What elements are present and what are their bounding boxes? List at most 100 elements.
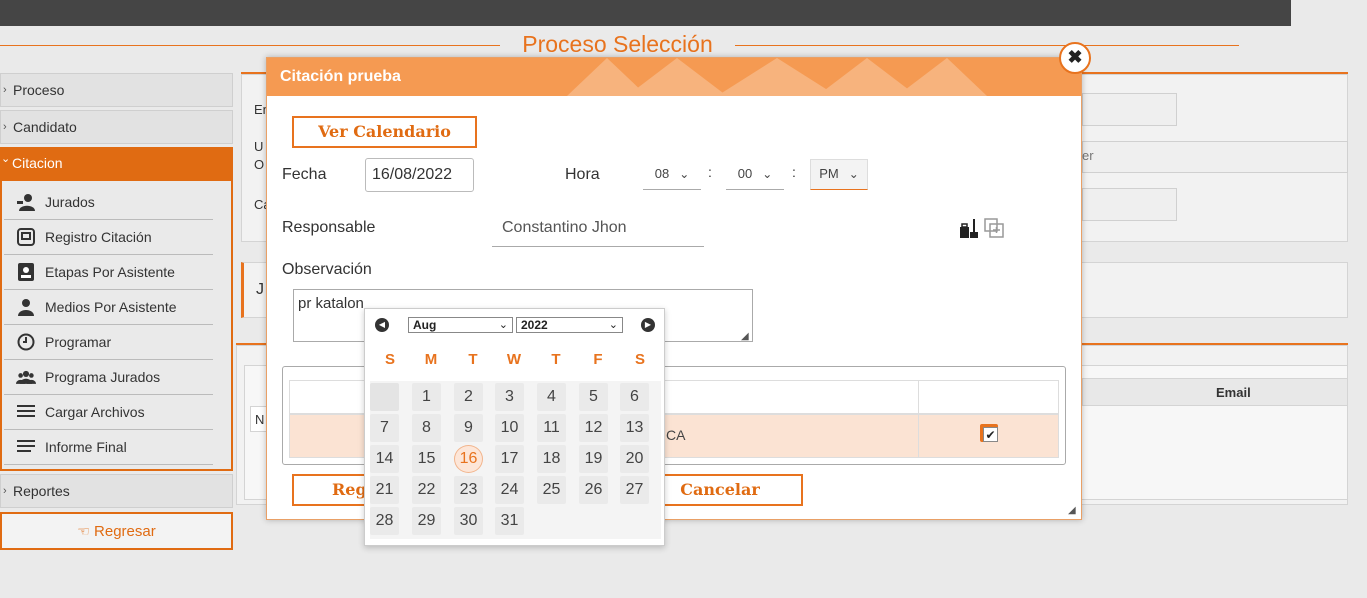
day-cell-selected[interactable]: 16 bbox=[454, 445, 483, 473]
submenu-item-programa-jurados[interactable]: Programa Jurados bbox=[4, 360, 213, 395]
cancelar-button[interactable]: Cancelar bbox=[641, 474, 803, 506]
day-cell[interactable]: 19 bbox=[579, 445, 608, 473]
submenu-item-jurados[interactable]: Jurados bbox=[4, 185, 213, 220]
day-cell[interactable]: 25 bbox=[537, 476, 566, 504]
submenu-item-registro-citacion[interactable]: Registro Citación bbox=[4, 220, 213, 255]
row-fragment-ca: CA bbox=[666, 427, 686, 443]
submenu-item-medios-por-asistente[interactable]: Medios Por Asistente bbox=[4, 290, 213, 325]
day-cell[interactable]: 17 bbox=[495, 445, 524, 473]
day-cell[interactable]: 10 bbox=[495, 414, 524, 442]
day-cell[interactable]: 2 bbox=[454, 383, 483, 411]
prev-month-button[interactable]: ◀ bbox=[375, 318, 389, 332]
regresar-label: Regresar bbox=[94, 523, 156, 540]
cancelar-label: Cancelar bbox=[680, 480, 760, 499]
ampm-value: PM bbox=[819, 166, 839, 181]
submenu-label: Medios Por Asistente bbox=[45, 299, 177, 315]
sidebar: Proceso Candidato Citacion Jurados Regis… bbox=[0, 73, 233, 550]
bg-field-2[interactable] bbox=[1082, 141, 1348, 173]
sidebar-item-label: Citacion bbox=[12, 155, 63, 171]
sidebar-item-label: Reportes bbox=[13, 483, 70, 499]
person-icon bbox=[16, 297, 36, 317]
day-cell[interactable]: 8 bbox=[412, 414, 441, 442]
day-cell-empty bbox=[370, 383, 399, 411]
submenu-label: Informe Final bbox=[45, 439, 127, 455]
grid-column-divider bbox=[918, 380, 919, 458]
weekday-fri: F bbox=[593, 351, 603, 368]
ampm-select[interactable]: PM ⌄ bbox=[810, 159, 868, 190]
regresar-button[interactable]: ☜ Regresar bbox=[0, 512, 233, 550]
day-cell[interactable]: 7 bbox=[370, 414, 399, 442]
day-cell[interactable]: 18 bbox=[537, 445, 566, 473]
responsable-field[interactable]: Constantino Jhon bbox=[492, 212, 704, 247]
submenu-item-etapas-por-asistente[interactable]: Etapas Por Asistente bbox=[4, 255, 213, 290]
row-checkbox[interactable]: ✔ bbox=[980, 424, 998, 442]
day-cell[interactable]: 1 bbox=[412, 383, 441, 411]
email-column-header[interactable] bbox=[1082, 378, 1348, 406]
minute-select[interactable]: 00 ⌄ bbox=[726, 160, 784, 190]
day-cell[interactable]: 6 bbox=[620, 383, 649, 411]
title-line-left bbox=[0, 45, 500, 46]
search-user-icon[interactable] bbox=[983, 217, 1005, 239]
resize-handle-icon[interactable]: ◢ bbox=[741, 331, 749, 342]
bg-field-1[interactable] bbox=[1082, 93, 1177, 126]
weekday-tue: T bbox=[468, 351, 478, 368]
hour-select[interactable]: 08 ⌄ bbox=[643, 160, 701, 190]
minute-value: 00 bbox=[737, 166, 753, 181]
weekday-thu: T bbox=[551, 351, 561, 368]
day-cell[interactable]: 29 bbox=[412, 507, 441, 535]
day-cell[interactable]: 26 bbox=[579, 476, 608, 504]
day-cell[interactable]: 31 bbox=[495, 507, 524, 535]
day-cell[interactable]: 28 bbox=[370, 507, 399, 535]
day-cell[interactable]: 3 bbox=[495, 383, 524, 411]
sidebar-item-reportes[interactable]: Reportes bbox=[0, 474, 233, 508]
hour-value: 08 bbox=[654, 166, 670, 181]
clear-broom-icon[interactable] bbox=[958, 217, 980, 239]
next-month-button[interactable]: ▶ bbox=[641, 318, 655, 332]
registrar-label: Reg bbox=[332, 480, 367, 499]
bg-field-2-text: er bbox=[1082, 148, 1094, 163]
weekday-sun: S bbox=[384, 351, 395, 368]
year-select[interactable]: 2022 ⌄ bbox=[516, 317, 623, 333]
chevron-down-icon: ⌄ bbox=[762, 167, 773, 181]
submenu-item-informe-final[interactable]: Informe Final bbox=[4, 430, 213, 465]
submenu-label: Etapas Por Asistente bbox=[45, 264, 175, 280]
day-cell-empty bbox=[537, 507, 566, 535]
day-cell[interactable]: 21 bbox=[370, 476, 399, 504]
submenu-item-programar[interactable]: Programar bbox=[4, 325, 213, 360]
registrar-button[interactable]: Reg bbox=[292, 474, 368, 506]
day-cell[interactable]: 30 bbox=[454, 507, 483, 535]
back-hand-icon: ☜ bbox=[77, 523, 90, 539]
day-cell[interactable]: 13 bbox=[620, 414, 649, 442]
sidebar-item-label: Proceso bbox=[13, 82, 65, 98]
day-cell[interactable]: 27 bbox=[620, 476, 649, 504]
day-cell[interactable]: 5 bbox=[579, 383, 608, 411]
header-pattern bbox=[567, 58, 987, 96]
day-cell[interactable]: 15 bbox=[412, 445, 441, 473]
sidebar-item-proceso[interactable]: Proceso bbox=[0, 73, 233, 107]
sidebar-item-candidato[interactable]: Candidato bbox=[0, 110, 233, 144]
bg-field-3[interactable] bbox=[1082, 188, 1177, 221]
ver-calendario-button[interactable]: Ver Calendario bbox=[292, 116, 477, 148]
day-cell[interactable]: 14 bbox=[370, 445, 399, 473]
time-colon-1: : bbox=[708, 164, 712, 180]
fecha-input[interactable]: 16/08/2022 bbox=[365, 158, 474, 192]
modal-title: Citación prueba bbox=[280, 68, 401, 85]
hora-label: Hora bbox=[565, 166, 600, 183]
day-cell[interactable]: 12 bbox=[579, 414, 608, 442]
chevron-down-icon: ⌄ bbox=[608, 319, 618, 331]
sidebar-item-citacion[interactable]: Citacion bbox=[0, 143, 233, 181]
modal-resize-handle-icon[interactable]: ◢ bbox=[1068, 505, 1076, 516]
day-cell[interactable]: 9 bbox=[454, 414, 483, 442]
month-select[interactable]: Aug ⌄ bbox=[408, 317, 513, 333]
day-cell[interactable]: 24 bbox=[495, 476, 524, 504]
day-cell[interactable]: 4 bbox=[537, 383, 566, 411]
stages-icon bbox=[16, 262, 36, 282]
day-cell[interactable]: 20 bbox=[620, 445, 649, 473]
day-cell[interactable]: 23 bbox=[454, 476, 483, 504]
day-cell[interactable]: 22 bbox=[412, 476, 441, 504]
title-line-right bbox=[735, 45, 1239, 46]
day-cell[interactable]: 11 bbox=[537, 414, 566, 442]
submenu-item-cargar-archivos[interactable]: Cargar Archivos bbox=[4, 395, 213, 430]
arrow-left-icon: ◀ bbox=[378, 320, 386, 329]
close-modal-button[interactable]: ✖ bbox=[1059, 42, 1091, 74]
